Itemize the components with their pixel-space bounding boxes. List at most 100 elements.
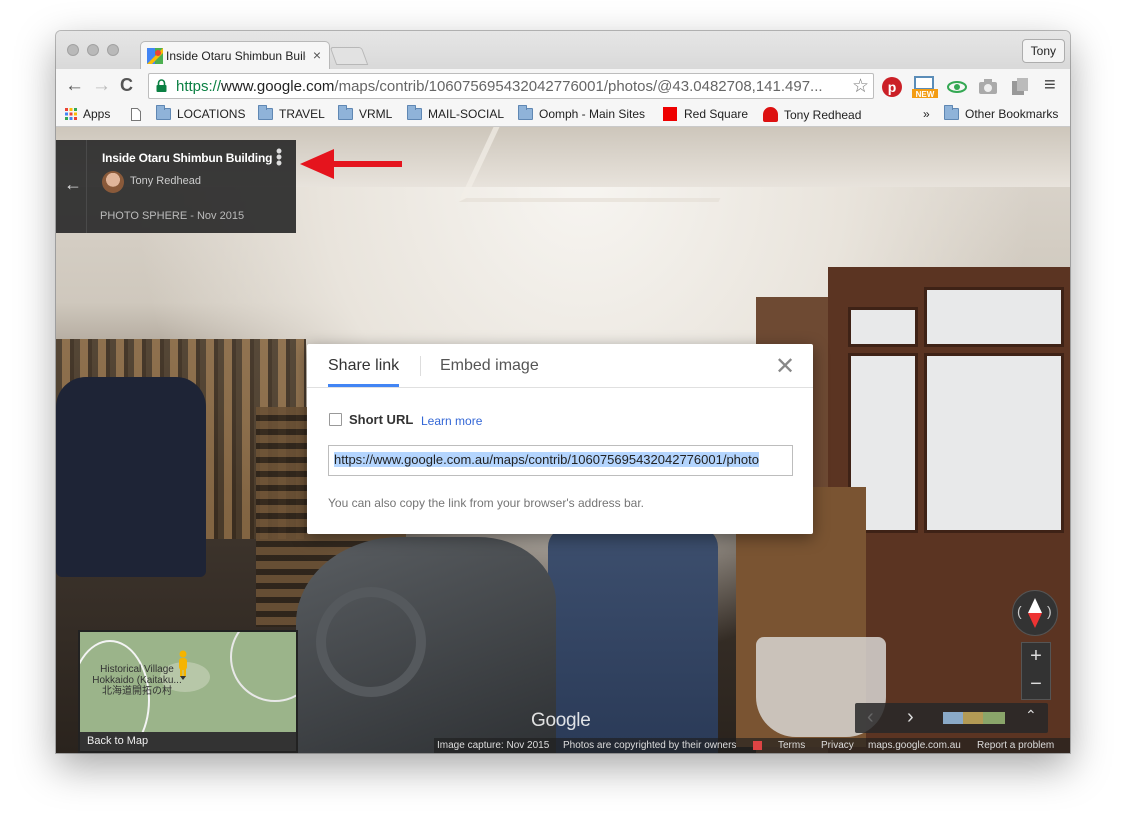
photo-title: Inside Otaru Shimbun Building (102, 151, 273, 165)
menu-icon[interactable]: ≡ (1044, 74, 1056, 97)
privacy-link[interactable]: Privacy (821, 740, 854, 751)
reload-icon[interactable]: C (120, 75, 133, 96)
zoom-out-button[interactable]: − (1022, 673, 1050, 696)
back-arrow-icon: ← (64, 174, 82, 194)
back-to-map-button[interactable]: Back to Map (80, 732, 296, 751)
tab-embed-image[interactable]: Embed image (440, 357, 539, 375)
share-link-value: https://www.google.com.au/maps/contrib/1… (334, 452, 759, 467)
share-hint: You can also copy the link from your bro… (328, 496, 645, 510)
bookmark-oomph[interactable]: Oomph - Main Sites (518, 105, 645, 121)
author-avatar[interactable] (102, 171, 124, 193)
folder-icon (338, 105, 353, 120)
google-plus-icon[interactable] (753, 741, 762, 750)
report-problem-link[interactable]: Report a problem (977, 740, 1054, 751)
bookmarks-overflow[interactable]: » (923, 107, 930, 121)
person-icon (763, 107, 778, 122)
pegman-icon[interactable] (177, 650, 189, 680)
compass-control[interactable]: ( ) (1012, 590, 1058, 636)
browser-tab[interactable]: Inside Otaru Shimbun Building × (140, 41, 330, 69)
folder-icon (944, 105, 959, 120)
red-annotation-arrow-icon (300, 149, 402, 179)
lock-icon (156, 79, 167, 92)
zoom-control: + − (1021, 642, 1051, 700)
new-badge-extension-icon[interactable]: NEW (912, 76, 938, 98)
image-capture-date: Image capture: Nov 2015 (437, 740, 550, 751)
short-url-label: Short URL (349, 412, 414, 427)
photo-filmstrip: ‹ › ⌃ (855, 703, 1048, 733)
rotate-right-icon[interactable]: ) (1047, 603, 1052, 619)
photo-meta: PHOTO SPHERE - Nov 2015 (100, 210, 245, 222)
svg-text:NEW: NEW (916, 90, 935, 98)
photo-info-card: ← Inside Otaru Shimbun Building • • • Tony… (56, 140, 296, 233)
apps-grid-icon (65, 108, 77, 120)
happi-jacket (56, 377, 206, 577)
folder-icon (518, 105, 533, 120)
minimap-map[interactable]: Historical Village Hokkaido (Kaitaku... … (80, 632, 296, 732)
copyright-notice: Photos are copyrighted by their owners (563, 740, 737, 751)
close-window-button[interactable] (67, 44, 79, 56)
share-link-field[interactable]: https://www.google.com.au/maps/contrib/1… (328, 445, 793, 476)
tab-divider (420, 356, 421, 376)
folder-icon (258, 105, 273, 120)
browser-toolbar: ← → C https://www.google.com/maps/contri… (56, 69, 1070, 103)
bookmark-vrml[interactable]: VRML (338, 105, 392, 121)
author-name[interactable]: Tony Redhead (130, 175, 201, 187)
red-square-icon (663, 107, 677, 121)
puzzle-extension-icon[interactable] (1009, 76, 1031, 98)
tab-title: Inside Otaru Shimbun Building (166, 49, 306, 63)
google-watermark: Google (531, 710, 591, 731)
bookmark-tony-redhead[interactable]: Tony Redhead (763, 107, 861, 122)
camera-icon[interactable] (977, 76, 999, 98)
google-maps-icon (147, 48, 163, 64)
folder-icon (407, 105, 422, 120)
active-tab-underline (328, 384, 399, 387)
bookmark-locations[interactable]: LOCATIONS (156, 105, 245, 121)
tab-share-link[interactable]: Share link (328, 357, 399, 375)
terms-link[interactable]: Terms (778, 740, 805, 751)
bookmark-travel[interactable]: TRAVEL (258, 105, 325, 121)
compass-south-icon (1028, 613, 1042, 628)
ceiling-moulding (458, 127, 754, 202)
share-dialog-tabs: Share link Embed image ✕ (307, 344, 813, 388)
new-tab-button[interactable] (329, 47, 369, 65)
expand-filmstrip-icon[interactable]: ⌃ (1025, 707, 1037, 724)
map-footer: Image capture: Nov 2015 Photos are copyr… (434, 738, 1070, 753)
bookmarks-bar: Apps LOCATIONS TRAVEL VRML MAIL-SOCIAL O… (56, 103, 1070, 127)
svg-text:p: p (888, 79, 897, 95)
page-icon[interactable] (131, 108, 141, 121)
address-url: https://www.google.com/maps/contrib/1060… (176, 78, 823, 95)
bookmark-apps[interactable]: Apps (65, 107, 110, 121)
bookmark-star-icon[interactable]: ☆ (852, 75, 869, 98)
street-view-panorama[interactable]: ← Inside Otaru Shimbun Building • • • Tony… (56, 127, 1070, 753)
learn-more-link[interactable]: Learn more (421, 414, 482, 428)
tab-close-icon[interactable]: × (313, 47, 321, 63)
close-icon[interactable]: ✕ (775, 352, 795, 381)
rotate-left-icon[interactable]: ( (1017, 603, 1022, 619)
more-options-icon[interactable]: • • • (275, 142, 283, 172)
next-photo-icon[interactable]: › (907, 706, 914, 729)
bookmark-other[interactable]: Other Bookmarks (944, 105, 1058, 121)
press-wheel (316, 587, 426, 697)
eye-extension-icon[interactable] (946, 76, 968, 98)
photo-thumbnails[interactable] (943, 712, 1005, 724)
info-back-button[interactable]: ← (56, 140, 87, 233)
previous-photo-icon[interactable]: ‹ (867, 706, 874, 729)
forward-arrow-icon[interactable]: → (92, 75, 111, 97)
bookmark-red-square[interactable]: Red Square (663, 107, 748, 121)
browser-window: Inside Otaru Shimbun Building × Tony ← →… (56, 31, 1070, 753)
short-url-checkbox[interactable] (329, 413, 342, 426)
bookmark-mail-social[interactable]: MAIL-SOCIAL (407, 105, 504, 121)
share-dialog: Share link Embed image ✕ Short URL Learn… (307, 344, 813, 534)
tab-strip: Inside Otaru Shimbun Building × Tony (56, 31, 1070, 69)
back-arrow-icon[interactable]: ← (65, 75, 84, 97)
pinterest-icon[interactable]: p (881, 76, 903, 98)
zoom-window-button[interactable] (107, 44, 119, 56)
minimap-place-label: Historical Village Hokkaido (Kaitaku... … (92, 664, 182, 697)
maps-domain-link[interactable]: maps.google.com.au (868, 740, 961, 751)
zoom-in-button[interactable]: + (1022, 645, 1050, 668)
minimap[interactable]: Historical Village Hokkaido (Kaitaku... … (78, 630, 298, 753)
minimize-window-button[interactable] (87, 44, 99, 56)
address-bar[interactable]: https://www.google.com/maps/contrib/1060… (148, 73, 874, 99)
compass-north-icon (1028, 598, 1042, 613)
profile-button[interactable]: Tony (1021, 39, 1065, 63)
